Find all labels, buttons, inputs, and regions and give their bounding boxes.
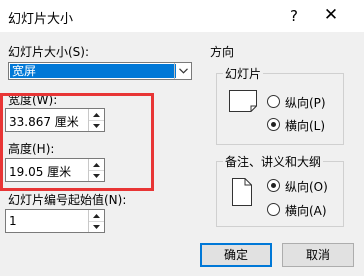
close-button[interactable]: ✕ (322, 5, 340, 25)
numbering-label: 幻灯片编号起始值(N): (8, 193, 127, 207)
slide-size-selected-value: 宽屏 (10, 64, 176, 78)
cancel-button[interactable]: 取消 (282, 243, 354, 267)
caret-down-icon (93, 224, 100, 229)
slides-landscape-radio[interactable] (267, 118, 280, 131)
notes-portrait-radio[interactable] (267, 179, 280, 192)
slides-landscape-label: 横向(L) (285, 119, 326, 133)
slide-size-dialog: 幻灯片大小 ? ✕ 幻灯片大小(S): 宽屏 宽度(W): 33.867 厘米 … (0, 0, 364, 276)
slides-orientation-group: 幻灯片 纵向(P) 横向(L) (216, 65, 344, 145)
notes-portrait-label: 纵向(O) (285, 180, 328, 194)
title-bar: 幻灯片大小 ? ✕ (0, 0, 364, 32)
numbering-spin-buttons (88, 210, 104, 232)
notes-landscape-radio[interactable] (267, 203, 280, 216)
ok-button[interactable]: 确定 (200, 243, 272, 267)
notes-orientation-group: 备注、讲义和大纲 纵向(O) 横向(A) (216, 153, 344, 227)
slides-portrait-label: 纵向(P) (285, 96, 326, 110)
slides-portrait-radio[interactable] (267, 95, 280, 108)
notes-group-title: 备注、讲义和大纲 (223, 153, 324, 170)
slide-size-label: 幻灯片大小(S): (8, 45, 90, 59)
highlight-rectangle (0, 93, 154, 191)
numbering-decrement-button[interactable] (89, 221, 104, 232)
slide-size-select[interactable]: 宽屏 (8, 62, 192, 80)
chevron-down-icon[interactable] (174, 63, 191, 79)
notes-landscape-label: 横向(A) (285, 204, 327, 218)
numbering-spinner[interactable]: 1 (5, 209, 105, 233)
orientation-title: 方向 (210, 45, 235, 59)
numbering-value: 1 (9, 214, 17, 228)
slides-group-title: 幻灯片 (223, 65, 264, 82)
portrait-page-icon (232, 178, 252, 206)
dialog-title: 幻灯片大小 (8, 12, 74, 27)
landscape-page-icon (229, 90, 257, 112)
caret-up-icon (93, 213, 100, 218)
help-button[interactable]: ? (286, 6, 302, 26)
